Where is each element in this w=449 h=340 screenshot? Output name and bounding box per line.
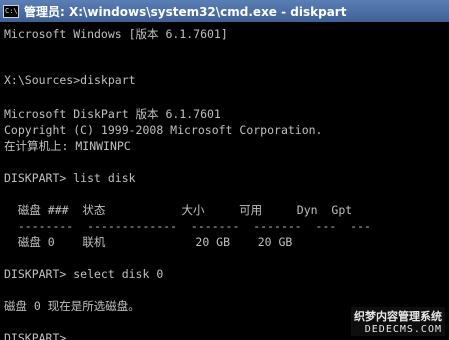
cmd-icon[interactable]: C:\	[3, 4, 19, 18]
console-line: 在计算机上: MINWINPC	[4, 139, 131, 153]
console-line: DISKPART> list disk	[4, 171, 136, 185]
window-title: 管理员: X:\windows\system32\cmd.exe - diskp…	[24, 4, 347, 19]
console-line: Copyright (C) 1999-2008 Microsoft Corpor…	[4, 123, 323, 137]
console-prompt: DISKPART>	[4, 331, 67, 340]
console-line: X:\Sources>diskpart	[4, 73, 136, 87]
watermark-title: 织梦内容管理系统	[354, 310, 442, 323]
console-line: 磁盘 0 联机 20 GB 20 GB	[4, 235, 293, 249]
console-line: Microsoft Windows [版本 6.1.7601]	[4, 27, 228, 41]
console-line: 磁盘 0 现在是所选磁盘。	[4, 299, 140, 313]
title-bar[interactable]: C:\ 管理员: X:\windows\system32\cmd.exe - d…	[0, 0, 449, 22]
console-line: -------- ------------- ------- ------- -…	[4, 219, 371, 233]
watermark: 织梦内容管理系统 DEDECMS.COM	[351, 307, 445, 336]
console-line: Microsoft DiskPart 版本 6.1.7601	[4, 107, 221, 121]
console-line: DISKPART> select disk 0	[4, 267, 164, 281]
cmd-window: C:\ 管理员: X:\windows\system32\cmd.exe - d…	[0, 0, 449, 340]
watermark-url: DEDECMS.COM	[364, 324, 442, 335]
console-line: 磁盘 ### 状态 大小 可用 Dyn Gpt	[4, 203, 353, 217]
